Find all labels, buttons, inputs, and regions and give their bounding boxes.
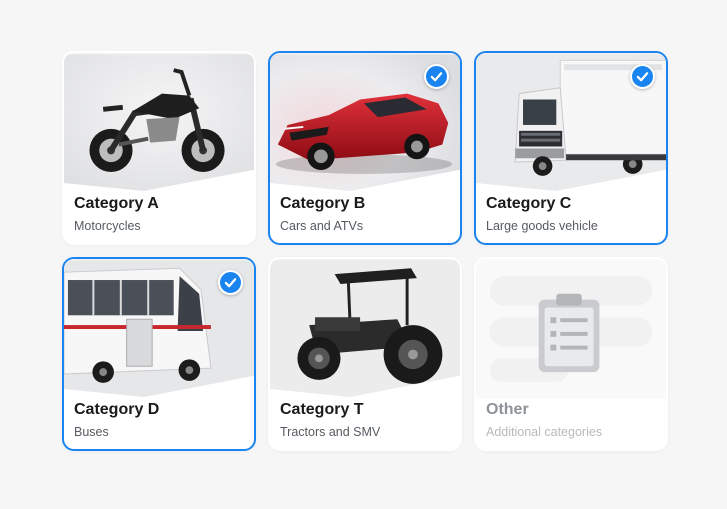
category-subtitle: Large goods vehicle (486, 219, 598, 233)
clipboard-list-icon (476, 259, 666, 399)
category-card-other[interactable]: Other Additional categories (474, 257, 668, 451)
category-subtitle: Additional categories (486, 425, 603, 439)
category-subtitle: Tractors and SMV (280, 425, 381, 439)
category-grid: Category A Motorcycles Category B Cars a… (62, 51, 668, 451)
category-text: Other Additional categories (486, 400, 656, 440)
checkmark-icon (630, 64, 655, 89)
category-card-d[interactable]: Category D Buses (62, 257, 256, 451)
motorcycle-image (64, 53, 254, 193)
checkmark-icon (218, 270, 243, 295)
category-subtitle: Cars and ATVs (280, 219, 364, 233)
category-text: Category A Motorcycles (74, 194, 244, 234)
category-card-a[interactable]: Category A Motorcycles (62, 51, 256, 245)
category-text: Category C Large goods vehicle (486, 194, 656, 234)
category-title: Category A (74, 195, 159, 212)
category-title: Category D (74, 401, 160, 418)
category-text: Category T Tractors and SMV (280, 400, 450, 440)
category-title: Category T (280, 401, 364, 418)
category-title: Other (486, 401, 529, 418)
checkmark-icon (424, 64, 449, 89)
category-card-b[interactable]: Category B Cars and ATVs (268, 51, 462, 245)
category-card-t[interactable]: Category T Tractors and SMV (268, 257, 462, 451)
category-title: Category C (486, 195, 572, 212)
category-subtitle: Buses (74, 425, 109, 439)
category-text: Category D Buses (74, 400, 244, 440)
tractor-image (270, 259, 460, 399)
category-text: Category B Cars and ATVs (280, 194, 450, 234)
category-card-c[interactable]: Category C Large goods vehicle (474, 51, 668, 245)
category-subtitle: Motorcycles (74, 219, 141, 233)
category-title: Category B (280, 195, 366, 212)
